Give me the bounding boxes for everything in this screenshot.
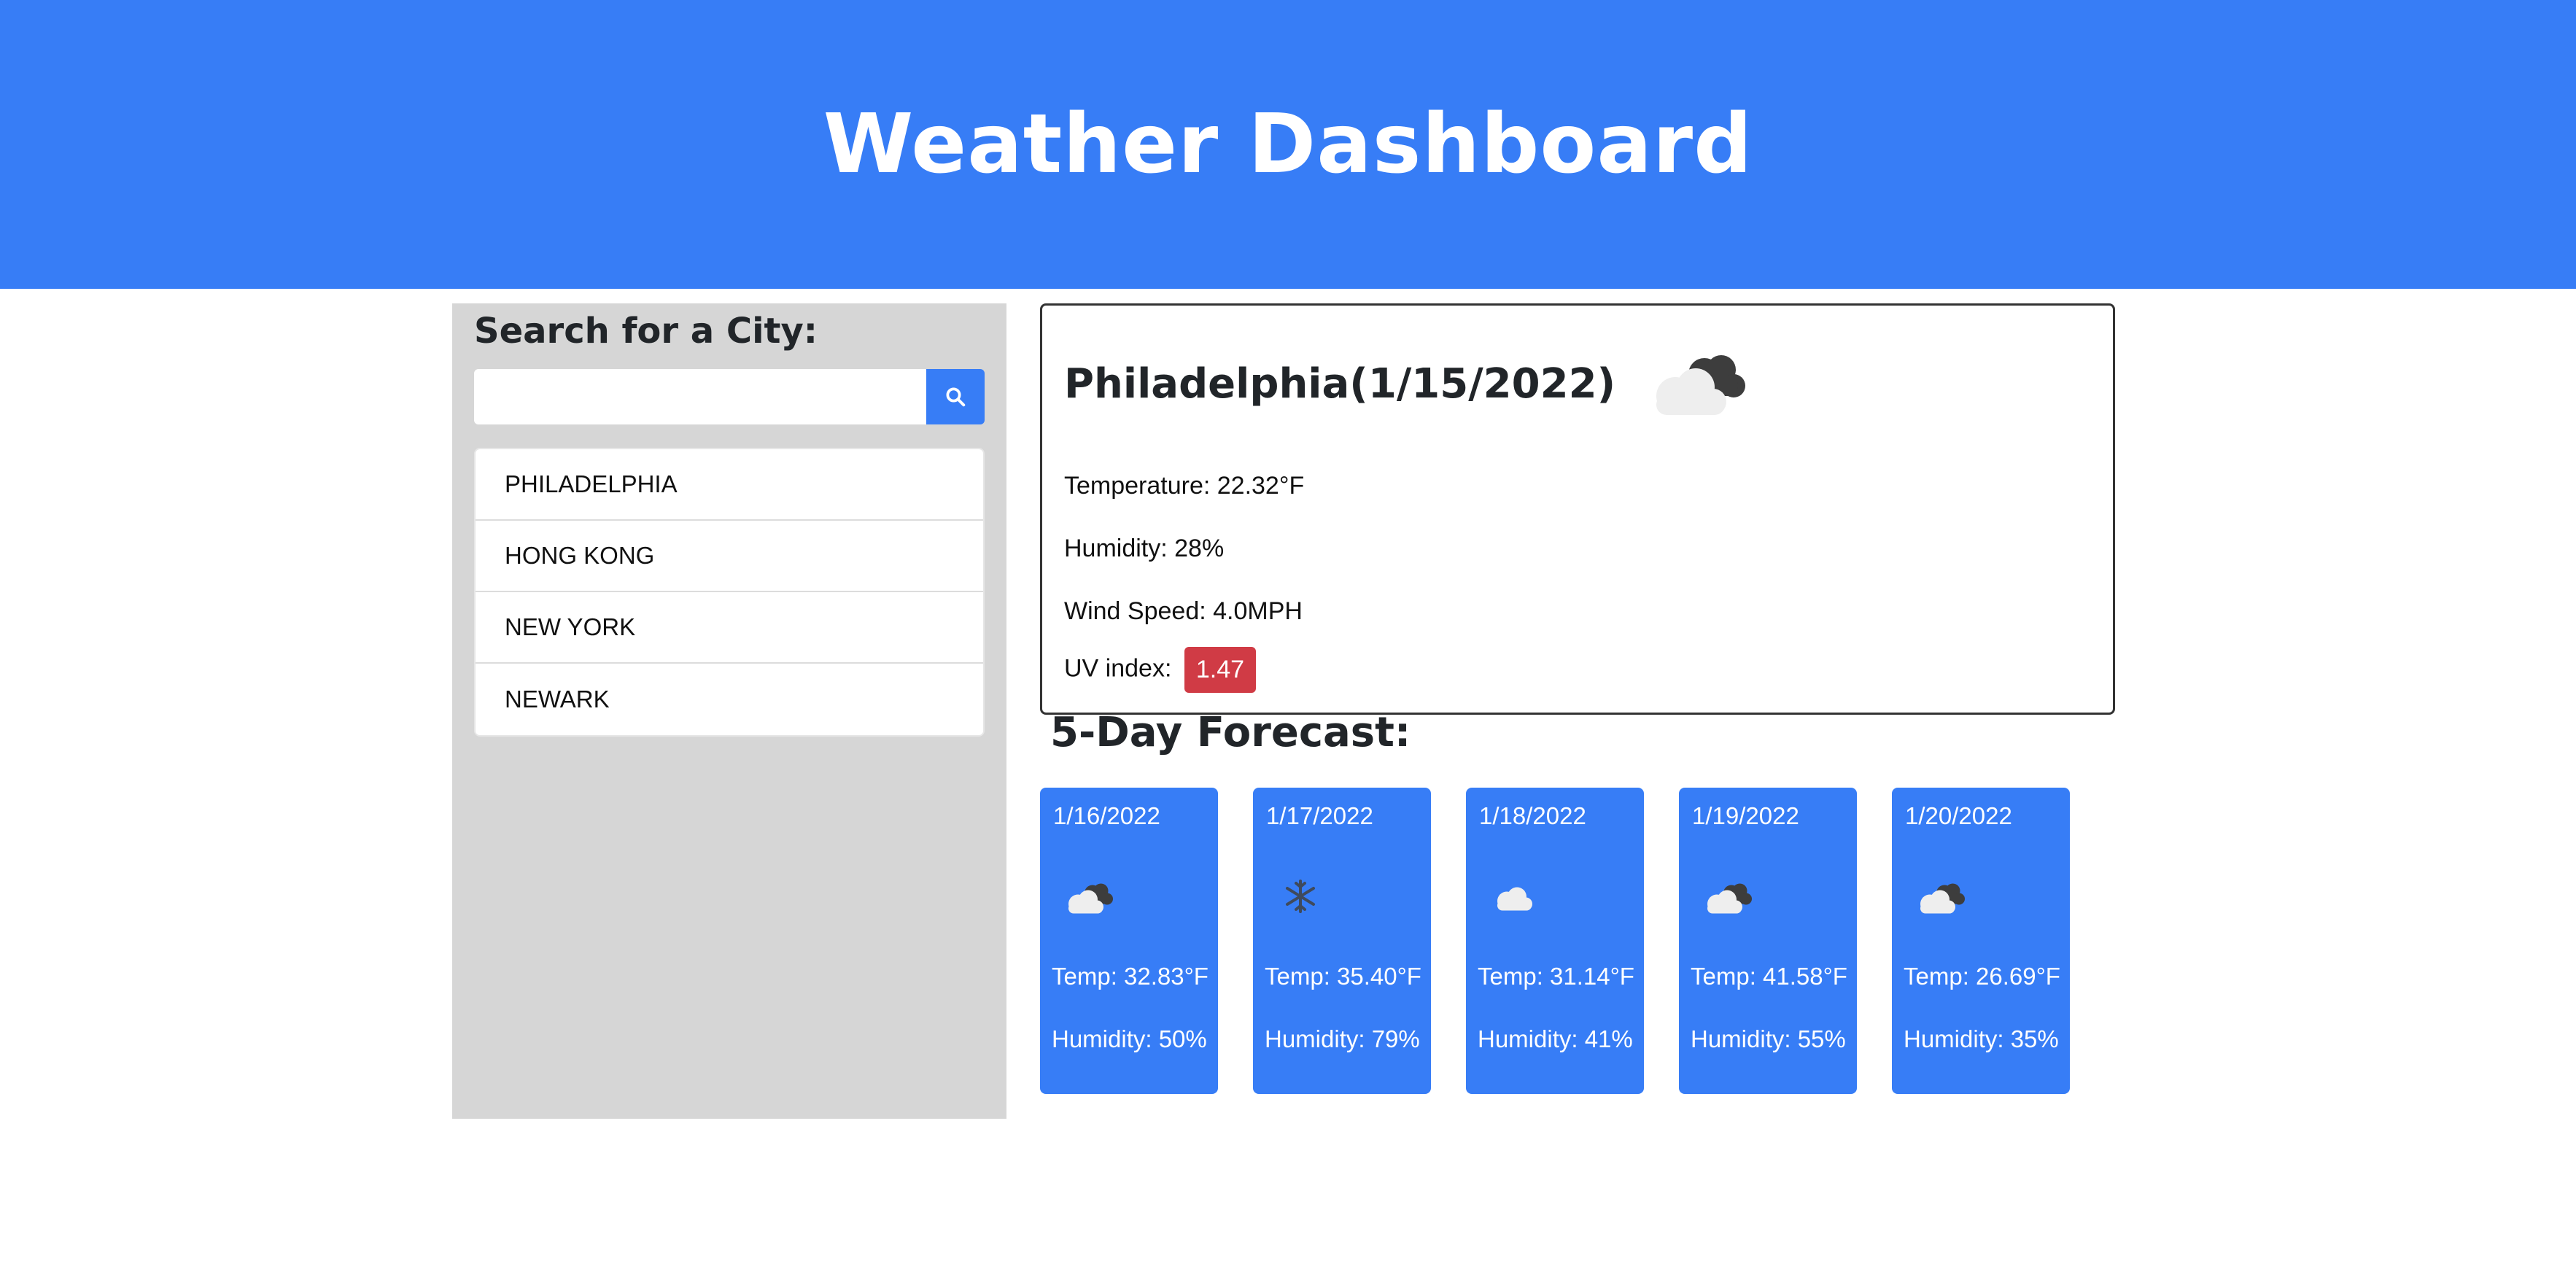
forecast-humidity: Humidity: 55% <box>1691 1025 1846 1052</box>
city-history-item[interactable]: NEWARK <box>476 664 983 735</box>
uv-label: UV index: <box>1064 654 1172 683</box>
forecast-humidity: Humidity: 35% <box>1904 1025 2059 1052</box>
forecast-temp: Temp: 26.69°F <box>1904 963 2060 990</box>
forecast-card: 1/17/2022 Temp: 35.40°F Humidity: 79% <box>1253 788 1431 1094</box>
current-city-date: Philadelphia(1/15/2022) <box>1064 360 1616 408</box>
forecast-humidity: Humidity: 41% <box>1478 1025 1633 1052</box>
current-uv-row: UV index: 1.47 <box>1064 647 1257 693</box>
current-wind-speed: Wind Speed: 4.0MPH <box>1064 597 1303 625</box>
forecast-cards: 1/16/2022 Temp: 32.83°F Humidity: 50% 1/… <box>1040 788 2070 1094</box>
search-icon <box>946 387 966 407</box>
search-button[interactable] <box>926 369 985 424</box>
forecast-temp: Temp: 35.40°F <box>1265 963 1421 990</box>
search-row <box>474 369 985 424</box>
search-sidebar: Search for a City: PHILADELPHIA HONG KON… <box>452 303 1006 1119</box>
search-heading: Search for a City: <box>474 311 818 352</box>
search-history-list: PHILADELPHIA HONG KONG NEW YORK NEWARK <box>474 448 985 737</box>
forecast-card: 1/16/2022 Temp: 32.83°F Humidity: 50% <box>1040 788 1218 1094</box>
broken-clouds-icon <box>1911 875 1969 923</box>
forecast-card: 1/19/2022 Temp: 41.58°F Humidity: 55% <box>1679 788 1857 1094</box>
forecast-humidity: Humidity: 50% <box>1052 1025 1207 1052</box>
forecast-temp: Temp: 31.14°F <box>1478 963 1634 990</box>
forecast-date: 1/19/2022 <box>1692 802 1799 829</box>
snow-icon <box>1282 878 1319 918</box>
uv-index-badge: 1.47 <box>1184 647 1257 693</box>
cloud-icon <box>1485 875 1543 923</box>
page-header: Weather Dashboard <box>0 0 2576 289</box>
forecast-temp: Temp: 41.58°F <box>1691 963 1847 990</box>
page-title: Weather Dashboard <box>823 97 1753 192</box>
forecast-date: 1/18/2022 <box>1479 802 1586 829</box>
forecast-date: 1/16/2022 <box>1053 802 1160 829</box>
current-temperature: Temperature: 22.32°F <box>1064 472 1305 500</box>
current-humidity: Humidity: 28% <box>1064 535 1225 562</box>
forecast-date: 1/20/2022 <box>1905 802 2012 829</box>
broken-clouds-icon <box>1059 875 1117 923</box>
current-weather-card: Philadelphia(1/15/2022) Temperature: 22.… <box>1040 303 2115 715</box>
city-search-input[interactable] <box>474 369 926 424</box>
city-history-item[interactable]: NEW YORK <box>476 592 983 664</box>
city-history-item[interactable]: HONG KONG <box>476 521 983 592</box>
forecast-card: 1/18/2022 Temp: 31.14°F Humidity: 41% <box>1466 788 1644 1094</box>
forecast-temp: Temp: 32.83°F <box>1052 963 1209 990</box>
forecast-heading: 5-Day Forecast: <box>1050 709 1411 756</box>
city-history-item[interactable]: PHILADELPHIA <box>476 449 983 521</box>
broken-clouds-icon <box>1698 875 1756 923</box>
current-weather-title: Philadelphia(1/15/2022) <box>1064 342 1754 426</box>
broken-clouds-icon <box>1637 342 1754 426</box>
forecast-card: 1/20/2022 Temp: 26.69°F Humidity: 35% <box>1892 788 2070 1094</box>
forecast-date: 1/17/2022 <box>1266 802 1373 829</box>
forecast-humidity: Humidity: 79% <box>1265 1025 1420 1052</box>
